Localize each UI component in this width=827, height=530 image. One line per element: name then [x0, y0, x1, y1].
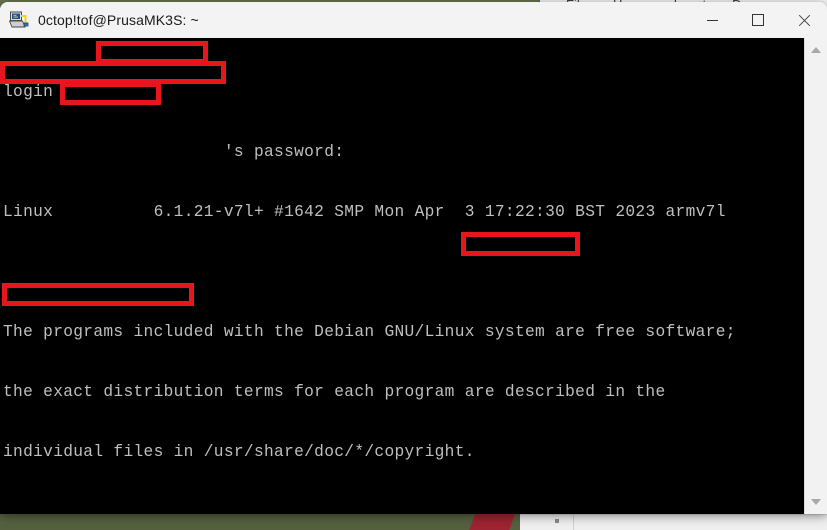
- minimize-icon: [706, 19, 718, 21]
- minimize-button[interactable]: [689, 2, 735, 38]
- terminal-output[interactable]: login as: 's password: Linux 6.1.21-v7l+…: [0, 38, 805, 514]
- screen: File Home Insert Draw 0ctop!: [0, 0, 827, 530]
- close-button[interactable]: [781, 2, 827, 38]
- redaction-prompt-user-host: [2, 283, 194, 306]
- redaction-hostname: [60, 82, 161, 105]
- maximize-button[interactable]: [735, 2, 781, 38]
- window-title: 0ctop!tof@PrusaMK3S: ~: [38, 12, 199, 28]
- background-app-statusbar-separator: [573, 514, 574, 530]
- scrollbar-thumb[interactable]: [806, 60, 826, 490]
- maximize-icon: [752, 14, 764, 26]
- putty-window[interactable]: 0ctop!tof@PrusaMK3S: ~ login as: 's pass…: [0, 2, 827, 514]
- redaction-ip-address: [461, 232, 580, 256]
- background-app-statusbar[interactable]: [520, 514, 827, 530]
- terminal-scrollbar[interactable]: [804, 38, 827, 514]
- chevron-up-icon: [811, 47, 821, 53]
- window-controls: [689, 2, 827, 38]
- terminal-line-programs-1: The programs included with the Debian GN…: [3, 323, 736, 341]
- terminal-text-block: login as: 's password: Linux 6.1.21-v7l+…: [3, 42, 736, 514]
- chevron-down-icon: [811, 499, 821, 505]
- terminal-line-programs-3: individual files in /usr/share/doc/*/cop…: [3, 443, 475, 461]
- terminal-line-programs-2: the exact distribution terms for each pr…: [3, 383, 666, 401]
- background-app-statusbar-dot: [555, 519, 559, 523]
- putty-computer-icon: [8, 10, 29, 30]
- terminal-line-blank-2: [3, 502, 736, 514]
- scroll-down-arrow[interactable]: [805, 492, 827, 512]
- redaction-username-password: [0, 61, 226, 84]
- titlebar[interactable]: 0ctop!tof@PrusaMK3S: ~: [0, 2, 827, 38]
- scroll-up-arrow[interactable]: [805, 40, 827, 60]
- terminal-line-blank-1: [3, 262, 736, 282]
- terminal-line-uname: Linux 6.1.21-v7l+ #1642 SMP Mon Apr 3 17…: [3, 203, 726, 221]
- close-icon: [798, 14, 811, 27]
- terminal-line-password: 's password:: [223, 143, 345, 161]
